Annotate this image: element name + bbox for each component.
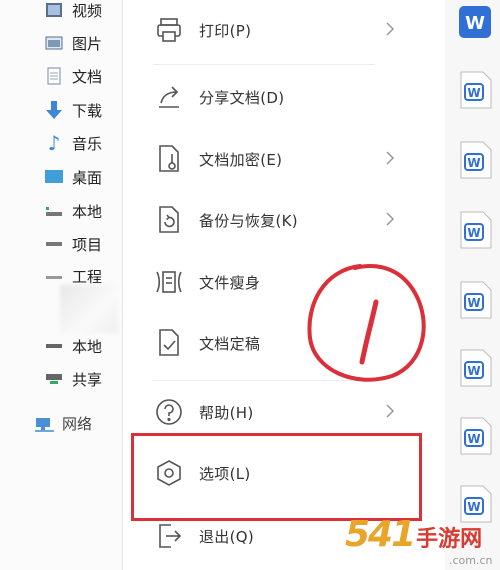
wps-writer-doc-icon[interactable]: W bbox=[457, 416, 493, 456]
sidebar-item-label: 文档 bbox=[72, 67, 103, 86]
sidebar-item-label: 共享 bbox=[72, 370, 103, 389]
handwritten-number-annotation bbox=[307, 264, 426, 382]
sidebar-item-label: 视频 bbox=[72, 1, 103, 20]
pictures-folder-icon bbox=[44, 34, 64, 52]
encrypt-document-icon bbox=[153, 143, 185, 175]
sidebar-item-videos[interactable]: 视频 bbox=[44, 0, 102, 23]
svg-text:W: W bbox=[467, 432, 480, 446]
watermark-number: 541 bbox=[345, 514, 416, 555]
sidebar-item-label: 网络 bbox=[62, 414, 93, 433]
project-drive-icon bbox=[44, 267, 64, 285]
slim-file-icon bbox=[153, 266, 185, 298]
menu-item-help[interactable]: 帮助(H) bbox=[153, 392, 398, 432]
sidebar-item-label: 桌面 bbox=[72, 168, 103, 187]
sidebar-item-label: 工程 bbox=[72, 267, 103, 286]
sidebar-item-label: 项目 bbox=[72, 235, 103, 254]
menu-item-label: 退出(Q) bbox=[199, 527, 255, 546]
wps-writer-doc-icon[interactable]: W bbox=[457, 140, 493, 180]
sidebar-item-local-disk-2[interactable]: 本地 bbox=[44, 333, 102, 359]
printer-icon bbox=[153, 14, 185, 46]
menu-item-label: 分享文档(D) bbox=[199, 88, 285, 107]
menu-item-encrypt-document[interactable]: 文档加密(E) bbox=[153, 139, 398, 179]
menu-item-backup-restore[interactable]: 备份与恢复(K) bbox=[153, 200, 398, 240]
svg-text:W: W bbox=[467, 226, 480, 240]
shared-drive-icon bbox=[44, 370, 64, 388]
menu-item-label: 打印(P) bbox=[199, 21, 252, 40]
finalize-document-icon bbox=[153, 327, 185, 359]
chevron-right-icon bbox=[386, 151, 395, 165]
wps-writer-doc-icon[interactable]: W bbox=[457, 348, 493, 388]
menu-item-label: 文档定稿 bbox=[199, 334, 261, 353]
menu-item-label: 文档加密(E) bbox=[199, 150, 283, 169]
watermark-text: 手游网 bbox=[416, 527, 483, 552]
document-list-column: W W W W W W W W bbox=[445, 0, 500, 570]
sidebar-item-downloads[interactable]: 下载 bbox=[44, 97, 102, 123]
wps-writer-doc-icon[interactable]: W bbox=[457, 70, 493, 110]
sidebar-item-label: 音乐 bbox=[72, 134, 103, 153]
project-drive-icon bbox=[44, 235, 64, 253]
chevron-right-icon bbox=[386, 22, 395, 36]
sidebar-item-label: 图片 bbox=[72, 34, 103, 53]
sidebar-item-documents[interactable]: 文档 bbox=[44, 63, 102, 89]
sidebar-item-project[interactable]: 项目 bbox=[44, 231, 102, 257]
share-icon bbox=[153, 81, 185, 113]
svg-text:W: W bbox=[467, 500, 480, 514]
music-note-icon: ♪ bbox=[47, 131, 61, 155]
options-highlight-box bbox=[131, 433, 422, 521]
wps-writer-doc-icon[interactable]: W bbox=[457, 2, 493, 42]
sidebar-item-network[interactable]: 网络 bbox=[34, 410, 92, 436]
menu-item-label: 文件瘦身 bbox=[199, 273, 261, 292]
local-disk-icon bbox=[44, 202, 64, 220]
local-disk-icon bbox=[44, 337, 64, 355]
watermark-domain: .com.cn bbox=[449, 554, 493, 567]
desktop-icon bbox=[44, 168, 64, 186]
help-icon bbox=[153, 396, 185, 428]
wps-writer-doc-icon[interactable]: W bbox=[457, 210, 493, 250]
svg-text:W: W bbox=[465, 13, 485, 34]
blurred-region bbox=[60, 285, 118, 333]
download-arrow-icon bbox=[44, 101, 64, 119]
menu-item-label: 帮助(H) bbox=[199, 403, 254, 422]
sidebar-item-pictures[interactable]: 图片 bbox=[44, 30, 102, 56]
file-explorer-sidebar: 视频 图片 文档 下载 ♪ 音乐 桌面 本地 项目 工程 本地 共享 网络 bbox=[0, 0, 122, 570]
chevron-right-icon bbox=[386, 212, 395, 226]
svg-text:W: W bbox=[467, 86, 480, 100]
sidebar-item-label: 下载 bbox=[72, 101, 103, 120]
documents-folder-icon bbox=[44, 67, 64, 85]
menu-item-label: 备份与恢复(K) bbox=[199, 211, 298, 230]
menu-separator bbox=[153, 64, 375, 65]
sidebar-item-local-disk[interactable]: 本地 bbox=[44, 198, 102, 224]
network-icon bbox=[34, 414, 54, 432]
menu-item-share-document[interactable]: 分享文档(D) bbox=[153, 77, 398, 117]
svg-text:W: W bbox=[467, 156, 480, 170]
sidebar-item-music[interactable]: ♪ 音乐 bbox=[44, 130, 102, 156]
video-folder-icon bbox=[44, 1, 64, 19]
exit-icon bbox=[153, 520, 185, 552]
chevron-right-icon bbox=[386, 404, 395, 418]
sidebar-item-shared[interactable]: 共享 bbox=[44, 366, 102, 392]
wps-writer-doc-icon[interactable]: W bbox=[457, 280, 493, 320]
sidebar-item-label: 本地 bbox=[72, 337, 103, 356]
menu-item-print[interactable]: 打印(P) bbox=[153, 10, 398, 50]
sidebar-item-desktop[interactable]: 桌面 bbox=[44, 164, 102, 190]
site-watermark: 541手游网 .com.cn bbox=[345, 514, 493, 567]
svg-text:W: W bbox=[467, 364, 480, 378]
sidebar-item-label: 本地 bbox=[72, 202, 103, 221]
backup-restore-icon bbox=[153, 204, 185, 236]
svg-text:W: W bbox=[467, 296, 480, 310]
